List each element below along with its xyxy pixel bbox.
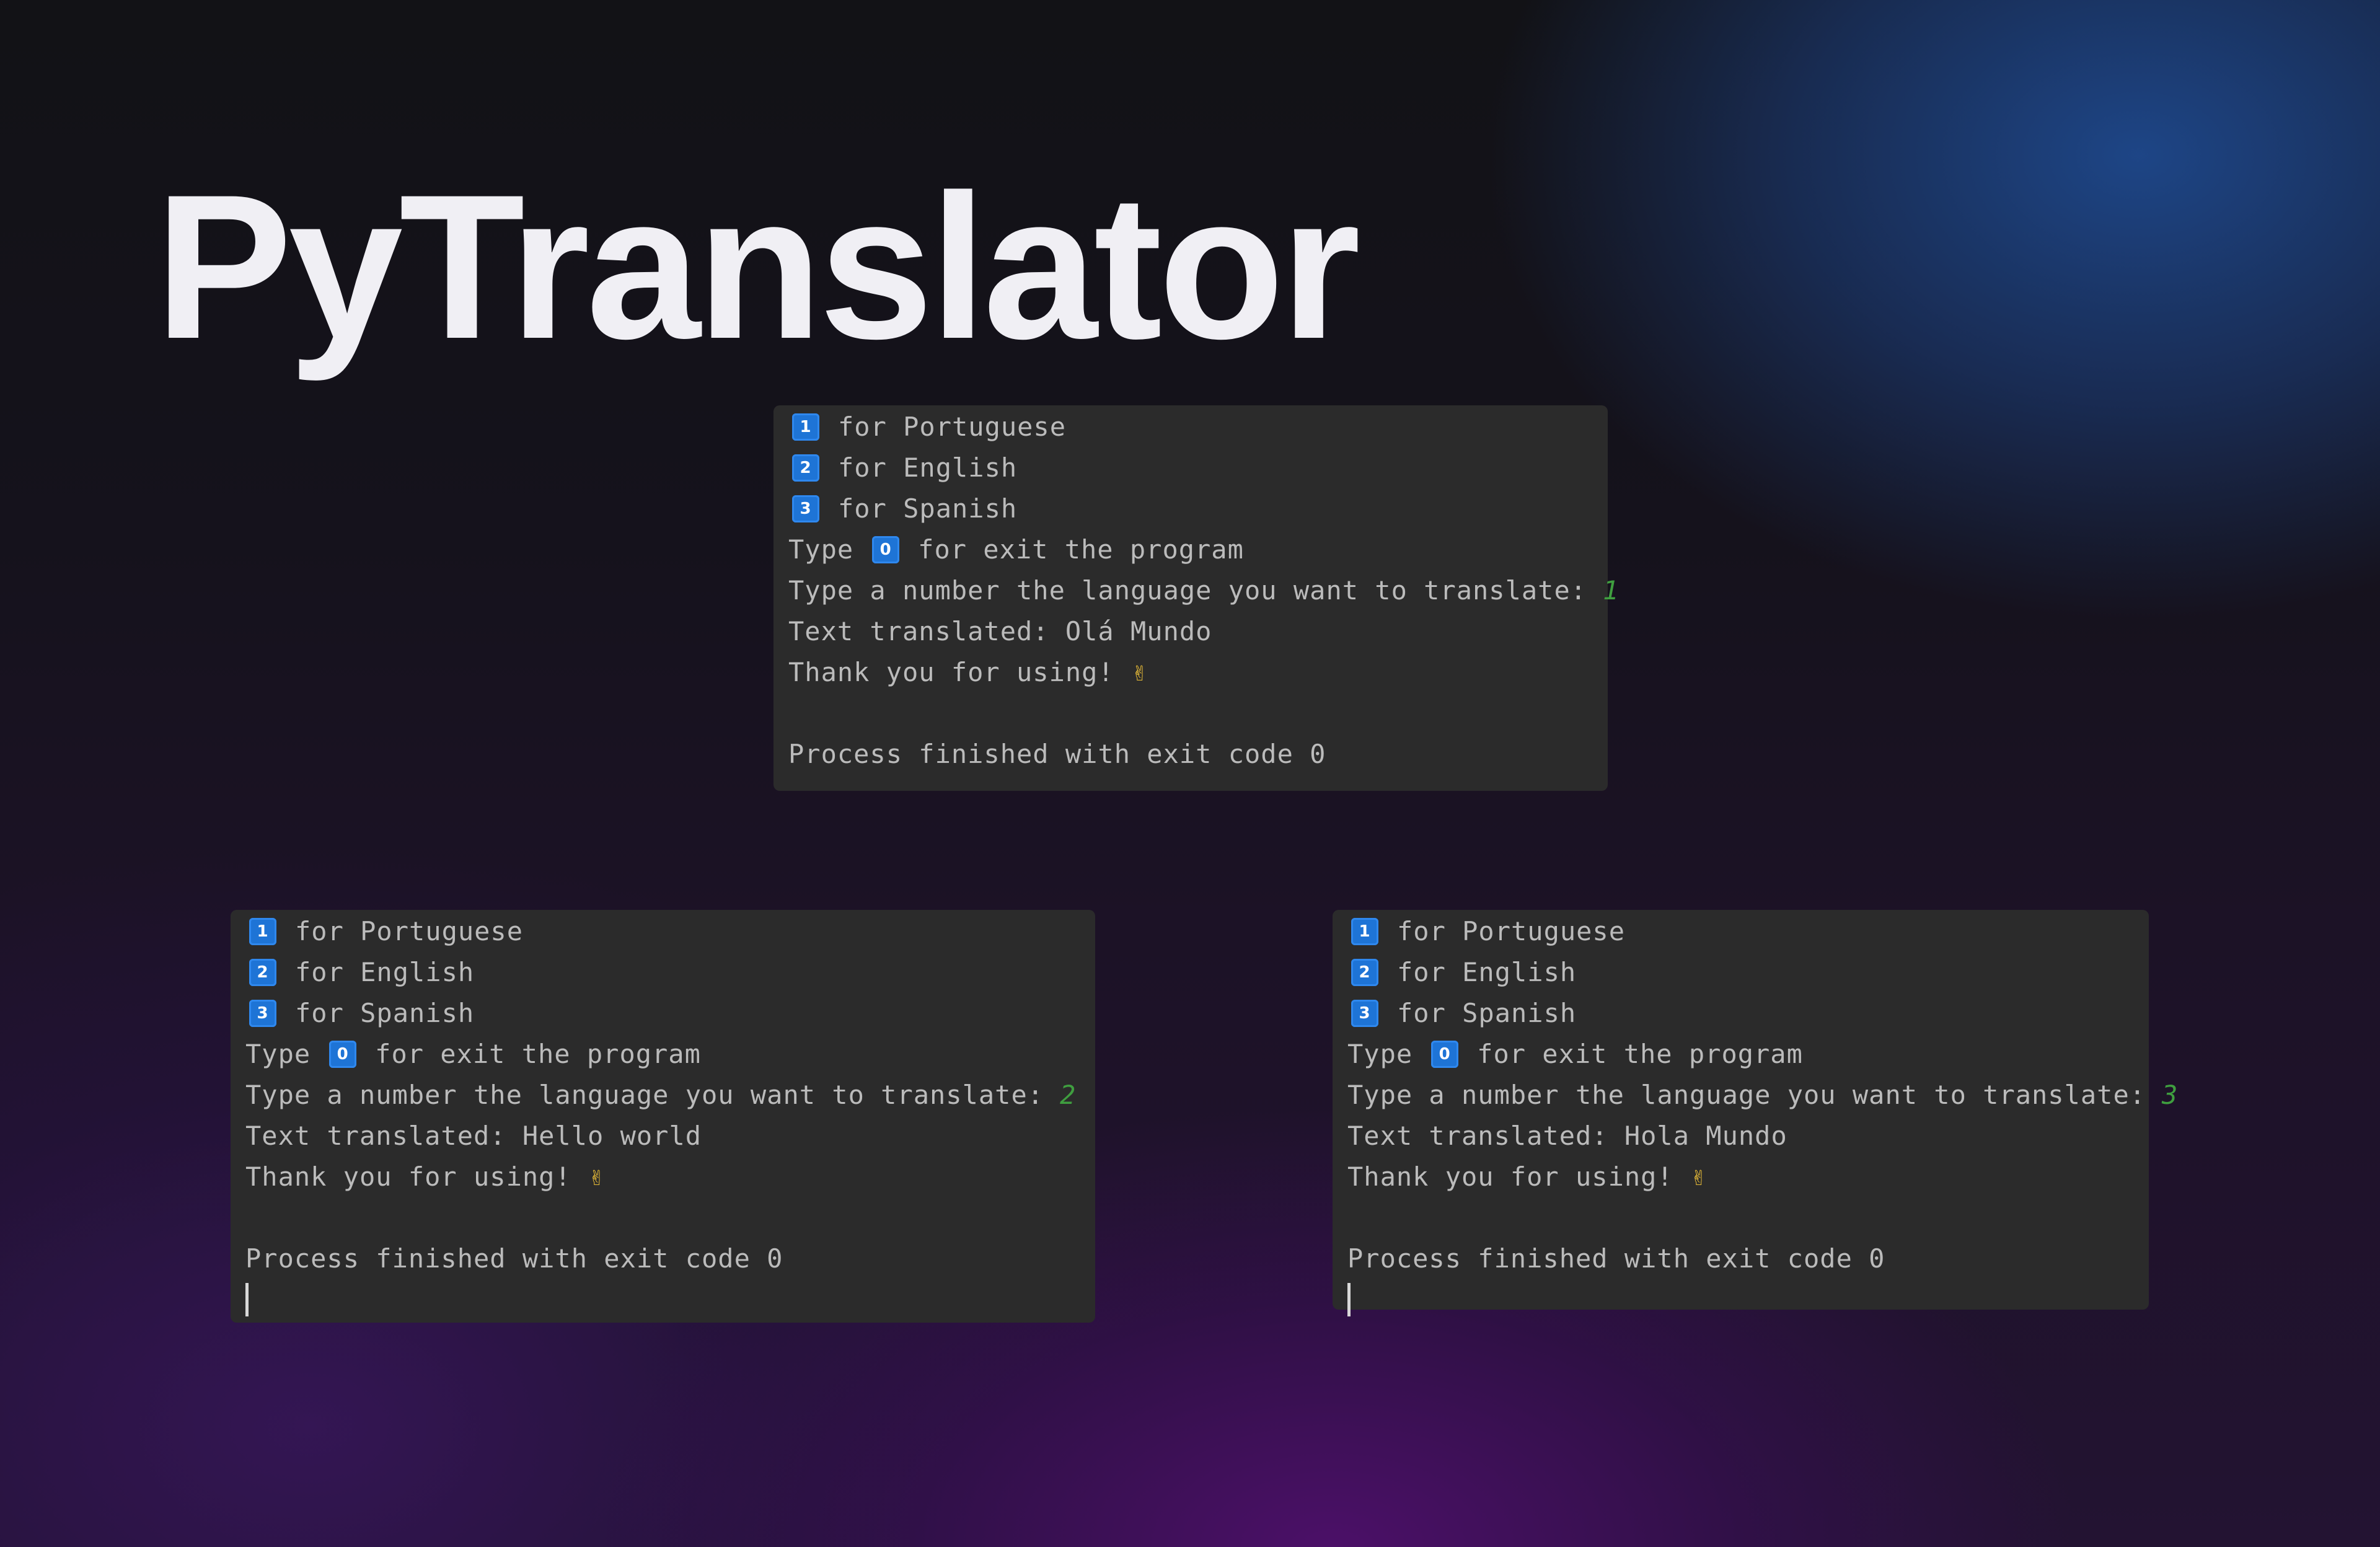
exit-suffix: for exit the program [375,1039,701,1069]
menu-line-spanish: 3 for Spanish [245,993,1080,1034]
exit-prefix: Type [1347,1039,1413,1069]
console-output-english[interactable]: 1 for Portuguese 2 for English 3 for Spanis… [231,910,1095,1323]
keycap-1-icon: 1 [1351,918,1378,945]
page-title: PyTranslator [155,152,1360,382]
keycap-1-icon: 1 [792,413,819,441]
keycap-3-icon: 3 [792,495,819,522]
translated-text: Text translated: Olá Mundo [788,616,1212,646]
keycap-0-icon: 0 [1431,1041,1459,1068]
user-input-value: 1 [1603,575,1620,606]
menu-line-english: 2 for English [1347,952,2134,993]
input-line[interactable] [1347,1279,2134,1320]
exit-instruction: Type 0 for exit the program [1347,1034,2134,1075]
menu-line-portuguese: 1 for Portuguese [788,407,1593,447]
console-output-spanish[interactable]: 1 for Portuguese 2 for English 3 for Spanis… [1333,910,2177,1316]
user-input-value: 2 [1060,1080,1077,1110]
thanks-line: Thank you for using! ✌ [245,1157,1080,1197]
menu-line-spanish: 3 for Spanish [1347,993,2134,1034]
exit-instruction: Type 0 for exit the program [245,1034,1080,1075]
translated-text: Text translated: Hola Mundo [1347,1121,1787,1151]
thanks-text: Thank you for using! [245,1161,571,1192]
language-prompt: Type a number the language you want to t… [788,570,1618,611]
menu-option-label: for Spanish [1397,998,1577,1028]
exit-suffix: for exit the program [1477,1039,1803,1069]
keycap-2-icon: 2 [1351,959,1378,986]
keycap-0-icon: 0 [329,1041,357,1068]
menu-option-label: for Portuguese [1397,916,1626,946]
victory-hand-icon: ✌ [588,1163,604,1191]
exit-suffix: for exit the program [918,534,1244,565]
keycap-3-icon: 3 [249,1000,276,1027]
menu-option-label: for English [295,957,475,987]
keycap-2-icon: 2 [249,959,276,986]
user-input-value: 3 [2162,1080,2179,1110]
victory-hand-icon: ✌ [1690,1163,1706,1191]
thanks-line: Thank you for using! ✌ [1347,1157,2134,1197]
text-cursor [245,1283,249,1316]
exit-prefix: Type [245,1039,311,1069]
keycap-3-icon: 3 [1351,1000,1378,1027]
thanks-text: Thank you for using! [1347,1161,1673,1192]
menu-option-label: for English [838,452,1018,483]
menu-option-label: for Portuguese [295,916,524,946]
menu-line-english: 2 for English [788,447,1593,488]
keycap-1-icon: 1 [249,918,276,945]
menu-line-english: 2 for English [245,952,1080,993]
console-output-portuguese[interactable]: 1 for Portuguese 2 for English 3 for Spanis… [774,405,1618,791]
menu-line-portuguese: 1 for Portuguese [1347,911,2134,952]
process-finished-text: Process finished with exit code 0 [788,739,1326,769]
translated-text: Text translated: Hello world [245,1121,702,1151]
menu-line-portuguese: 1 for Portuguese [245,911,1080,952]
keycap-0-icon: 0 [872,536,900,563]
menu-option-label: for Spanish [838,493,1018,524]
process-finished-text: Process finished with exit code 0 [1347,1243,1885,1274]
menu-option-label: for Spanish [295,998,475,1028]
prompt-text: Type a number the language you want to t… [788,575,1587,606]
exit-instruction: Type 0 for exit the program [788,529,1593,570]
thanks-line: Thank you for using! ✌ [788,652,1593,693]
language-prompt: Type a number the language you want to t… [1347,1075,2177,1116]
menu-option-label: for Portuguese [838,412,1067,442]
exit-prefix: Type [788,534,854,565]
victory-hand-icon: ✌ [1131,658,1147,687]
process-finished-text: Process finished with exit code 0 [245,1243,783,1274]
prompt-text: Type a number the language you want to t… [1347,1080,2146,1110]
prompt-text: Type a number the language you want to t… [245,1080,1044,1110]
text-cursor [1347,1283,1351,1316]
input-line[interactable] [245,1279,1080,1320]
keycap-2-icon: 2 [792,454,819,482]
menu-line-spanish: 3 for Spanish [788,488,1593,529]
language-prompt: Type a number the language you want to t… [245,1075,1080,1116]
thanks-text: Thank you for using! [788,657,1114,687]
menu-option-label: for English [1397,957,1577,987]
